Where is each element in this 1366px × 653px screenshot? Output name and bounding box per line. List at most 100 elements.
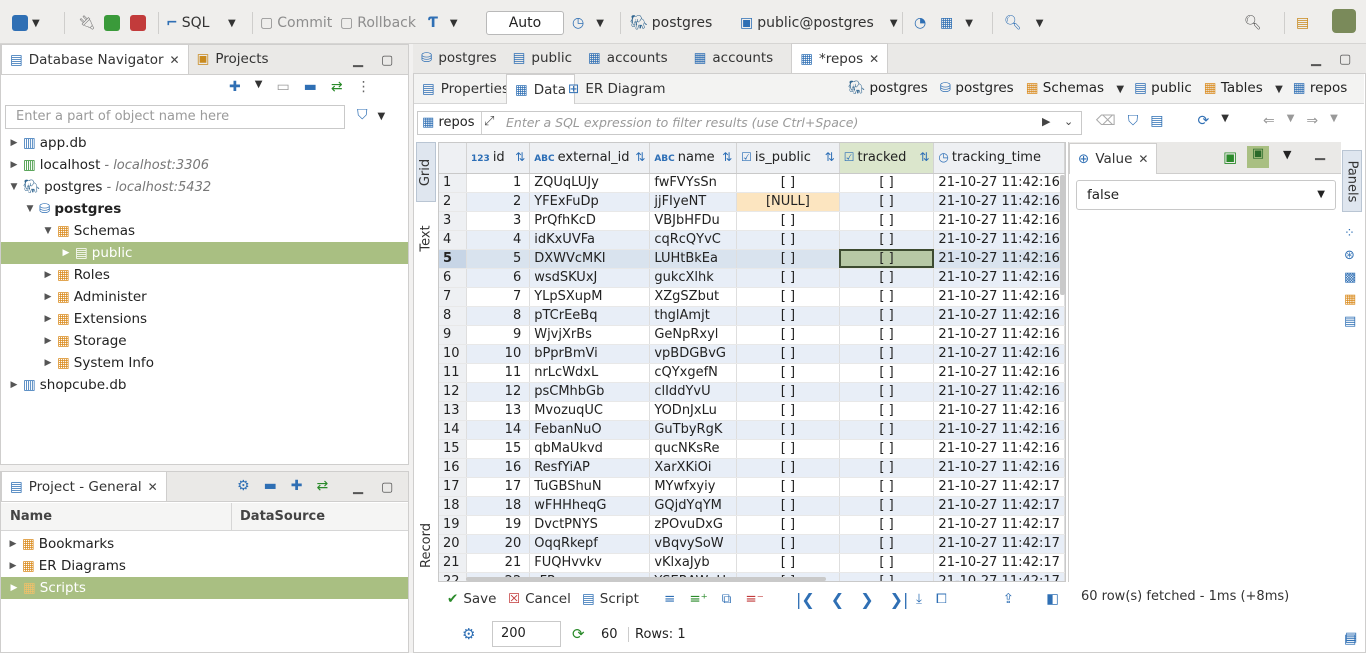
filter-settings-icon[interactable]: ▤ [1150, 113, 1163, 129]
rollback-button[interactable]: ▢ Rollback [340, 12, 416, 34]
tracking-time-cell[interactable]: 21-10-27 11:42:16 [933, 230, 1065, 250]
expand-icon[interactable]: ⤢ [484, 114, 494, 129]
history-button[interactable]: ◷ ▼ [572, 12, 604, 34]
tools-button[interactable]: ▦ ▼ [940, 12, 973, 34]
tab-database-navigator[interactable]: ▤ Database Navigator ✕ [1, 44, 189, 74]
id-cell[interactable]: 17 [466, 477, 531, 497]
external-id-cell[interactable]: DvctPNYS [529, 515, 651, 535]
id-cell[interactable]: 18 [466, 496, 531, 516]
aggregate-icon[interactable]: ⊛ [1344, 248, 1355, 263]
table-row[interactable]: 12 12 psCMhbGb clIddYvU[ ][ ] 21-10-27 11:42… [439, 382, 1065, 402]
tracking-time-cell[interactable]: 21-10-27 11:42:16 [933, 249, 1065, 269]
tracked-cell[interactable]: [ ] [839, 211, 935, 231]
is-public-cell[interactable]: [ ] [736, 249, 840, 269]
filter-expression-input[interactable]: Enter a SQL expression to filter results… [506, 115, 858, 130]
table-row[interactable]: 7 7 YLpSXupM XZgSZbut[ ][ ] 21-10-27 11:42:1… [439, 287, 1065, 307]
gear-icon[interactable]: ⚙ [237, 478, 250, 494]
tab-project-general[interactable]: ▤ Project - General ✕ [1, 471, 167, 501]
fetch-size-input[interactable]: 200 [492, 621, 561, 647]
table-row[interactable]: 14 14 FebanNuO GuTbyRgK[ ][ ] 21-10-27 11:42… [439, 420, 1065, 440]
grouping-icon[interactable]: ▦ [1344, 292, 1356, 307]
tracked-cell[interactable]: [ ] [839, 496, 935, 516]
is-public-cell[interactable]: [ ] [736, 344, 840, 364]
name-cell[interactable]: VBJbHFDu [649, 211, 738, 231]
breadcrumb-item[interactable]: 🐘︎ postgres [848, 80, 928, 96]
subtab-properties[interactable]: ▤ Properties [414, 74, 517, 103]
edit-row-icon[interactable]: ≡ [664, 591, 675, 607]
id-cell[interactable]: 7 [466, 287, 531, 307]
tracking-time-cell[interactable]: 21-10-27 11:42:16 [933, 192, 1065, 212]
name-cell[interactable]: vpBDGBvG [649, 344, 738, 364]
filter-icon[interactable]: ⛉ ▼ [357, 107, 385, 123]
new-connection-button[interactable]: ▼ [12, 12, 40, 34]
breadcrumb-item[interactable]: ⛁ postgres [940, 80, 1014, 96]
tracking-time-cell[interactable]: 21-10-27 11:42:17 [933, 553, 1065, 573]
tracked-cell[interactable]: [ ] [839, 553, 935, 573]
editor-tab-repos[interactable]: ▦ *repos ✕ [791, 43, 889, 73]
column-header-name[interactable]: Name [10, 509, 52, 524]
name-cell[interactable]: vKlxaJyb [649, 553, 738, 573]
tree-item-postgres-database[interactable]: ▼ ⛁ postgres [1, 198, 408, 220]
column-header-tracking-time[interactable]: ◷ tracking_time [933, 143, 1065, 174]
tracked-cell[interactable]: [ ] [839, 401, 935, 421]
name-cell[interactable]: XZgSZbut [649, 287, 738, 307]
tab-value[interactable]: ⊕ Value ✕ [1069, 143, 1158, 174]
collapse-icon[interactable]: ▬ [304, 79, 317, 95]
column-filter-icon[interactable]: ⇅ [919, 150, 929, 164]
table-row[interactable]: 16 16 ResfYiAP XarXKiOi[ ][ ] 21-10-27 11:42… [439, 458, 1065, 478]
is-public-cell[interactable]: [ ] [736, 306, 840, 326]
table-row[interactable]: 4 4 idKxUVFa cqRcQYvC[ ][ ] 21-10-27 11:42:1… [439, 230, 1065, 250]
id-cell[interactable]: 2 [466, 192, 531, 212]
tree-item-localhost[interactable]: ▶ ▥ localhost - localhost:3306 [1, 154, 408, 176]
connect-button[interactable] [104, 12, 120, 34]
tree-item-shopcube-db[interactable]: ▶ ▥ shopcube.db [1, 374, 408, 396]
back-icon[interactable]: ⇐ [1263, 113, 1275, 129]
external-id-cell[interactable]: ResfYiAP [529, 458, 651, 478]
fetch-settings-icon[interactable]: ⚙ [462, 625, 475, 643]
name-cell[interactable]: cQYxgefN [649, 363, 738, 383]
last-page-icon[interactable]: ❯| [890, 590, 909, 609]
more-icon[interactable]: ⋮ [357, 79, 371, 95]
is-public-cell[interactable]: [ ] [736, 496, 840, 516]
is-public-cell[interactable]: [ ] [736, 477, 840, 497]
id-cell[interactable]: 4 [466, 230, 531, 250]
tracking-time-cell[interactable]: 21-10-27 11:42:16 [933, 173, 1065, 193]
collapse-icon[interactable]: ▬ [264, 478, 277, 494]
table-row[interactable]: 11 11 nrLcWdxL cQYxgefN[ ][ ] 21-10-27 11:42… [439, 363, 1065, 383]
active-connection-selector[interactable]: 🐘︎ postgres [630, 12, 712, 34]
fetch-all-icon[interactable]: ⤓ [916, 591, 922, 607]
column-header-external-id[interactable]: ABC external_id ⇅ [529, 143, 651, 174]
is-public-cell[interactable]: [NULL] [736, 192, 840, 212]
external-id-cell[interactable]: ZQUqLUJy [529, 173, 651, 193]
tracking-time-cell[interactable]: 21-10-27 11:42:16 [933, 401, 1065, 421]
tracked-cell[interactable]: [ ] [839, 268, 935, 288]
maximize-icon[interactable]: ▢ [381, 480, 393, 495]
panel-toggle-icon[interactable]: ◧ [1046, 591, 1059, 607]
tracking-time-cell[interactable]: 21-10-27 11:42:16 [933, 458, 1065, 478]
external-id-cell[interactable]: wFHHheqG [529, 496, 651, 516]
minimize-icon[interactable]: ▁ [353, 53, 363, 68]
id-cell[interactable]: 5 [466, 249, 531, 269]
eraser-icon[interactable]: ⌫ [1096, 113, 1116, 129]
column-filter-icon[interactable]: ⇅ [722, 150, 732, 164]
external-id-cell[interactable]: FUQHvvkv [529, 553, 651, 573]
minimize-icon[interactable]: ▁ [1311, 52, 1321, 67]
tree-item-extensions[interactable]: ▶ ▦ Extensions [1, 308, 408, 330]
is-public-cell[interactable]: [ ] [736, 173, 840, 193]
apply-filter-icon[interactable]: ▶ [1042, 115, 1050, 128]
filter-icon[interactable]: ⛉ [1128, 113, 1139, 129]
tracked-cell[interactable]: [ ] [839, 249, 935, 269]
table-row[interactable]: 20 20 OqqRkepf vBqvySoW[ ][ ] 21-10-27 11:42… [439, 534, 1065, 554]
id-cell[interactable]: 15 [466, 439, 531, 459]
name-cell[interactable]: fwFVYsSn [649, 173, 738, 193]
column-header-datasource[interactable]: DataSource [240, 509, 325, 524]
folder-icon[interactable]: ▭ [276, 79, 289, 95]
tracking-time-cell[interactable]: 21-10-27 11:42:16 [933, 287, 1065, 307]
dashboard-button[interactable]: ◔ [914, 12, 926, 34]
column-header-tracked[interactable]: ☑ tracked ⇅ [839, 143, 935, 174]
is-public-cell[interactable]: [ ] [736, 553, 840, 573]
value-viewer-icon[interactable]: ⁘ [1344, 226, 1355, 241]
back-dropdown-icon[interactable]: ▼ [1287, 113, 1295, 129]
maximize-icon[interactable]: ▢ [1339, 52, 1351, 67]
name-cell[interactable]: zPOvuDxG [649, 515, 738, 535]
